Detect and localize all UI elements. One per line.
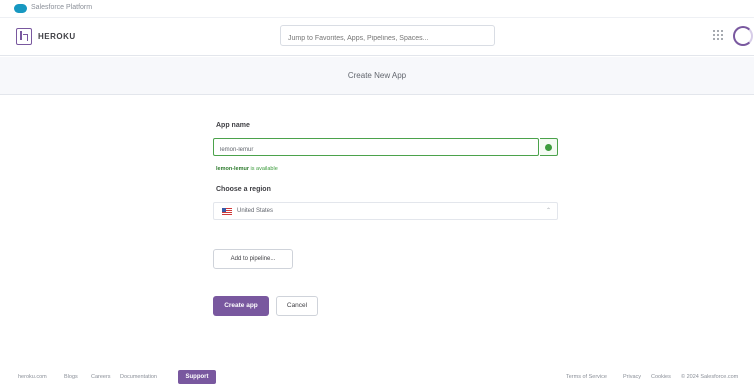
- page-title: Create New App: [347, 71, 407, 80]
- availability-indicator: [540, 138, 558, 156]
- search-input[interactable]: [280, 25, 495, 46]
- footer: heroku.com Blogs Careers Documentation S…: [0, 370, 754, 386]
- region-select[interactable]: United States ⌃: [213, 202, 558, 220]
- create-app-button[interactable]: Create app: [213, 296, 269, 316]
- salesforce-cloud-icon: [14, 4, 27, 13]
- app-name-label: App name: [216, 122, 250, 129]
- add-to-pipeline-button[interactable]: Add to pipeline...: [213, 249, 293, 269]
- footer-copyright: © 2024 Salesforce.com: [681, 374, 739, 380]
- footer-link-cookies[interactable]: Cookies: [651, 374, 671, 380]
- app-grid-icon[interactable]: [713, 30, 723, 40]
- top-header: HEROKU: [0, 18, 754, 56]
- availability-message: lemon-lemur is available: [216, 166, 278, 172]
- support-button[interactable]: Support: [178, 370, 216, 384]
- footer-link-documentation[interactable]: Documentation: [120, 374, 157, 380]
- salesforce-platform-label: Salesforce Platform: [31, 4, 93, 11]
- region-label: Choose a region: [216, 186, 271, 193]
- footer-link-terms[interactable]: Terms of Service: [566, 374, 607, 380]
- footer-link-blogs[interactable]: Blogs: [64, 374, 78, 380]
- page-header: Create New App: [0, 57, 754, 95]
- footer-link-heroku[interactable]: heroku.com: [18, 374, 47, 380]
- region-value: United States: [237, 208, 274, 214]
- chevron-updown-icon: ⌃: [545, 208, 551, 214]
- salesforce-platform-bar: Salesforce Platform: [0, 0, 754, 18]
- heroku-logo-icon[interactable]: [16, 28, 32, 45]
- us-flag-icon: [222, 208, 232, 215]
- available-app-name: lemon-lemur: [216, 166, 250, 172]
- availability-suffix: is available: [249, 166, 278, 172]
- brand-name[interactable]: HEROKU: [38, 32, 76, 41]
- footer-link-privacy[interactable]: Privacy: [623, 374, 641, 380]
- footer-link-careers[interactable]: Careers: [91, 374, 111, 380]
- user-avatar[interactable]: [733, 26, 753, 46]
- app-name-input[interactable]: [213, 138, 539, 156]
- cancel-button[interactable]: Cancel: [276, 296, 318, 316]
- check-icon: [545, 144, 552, 151]
